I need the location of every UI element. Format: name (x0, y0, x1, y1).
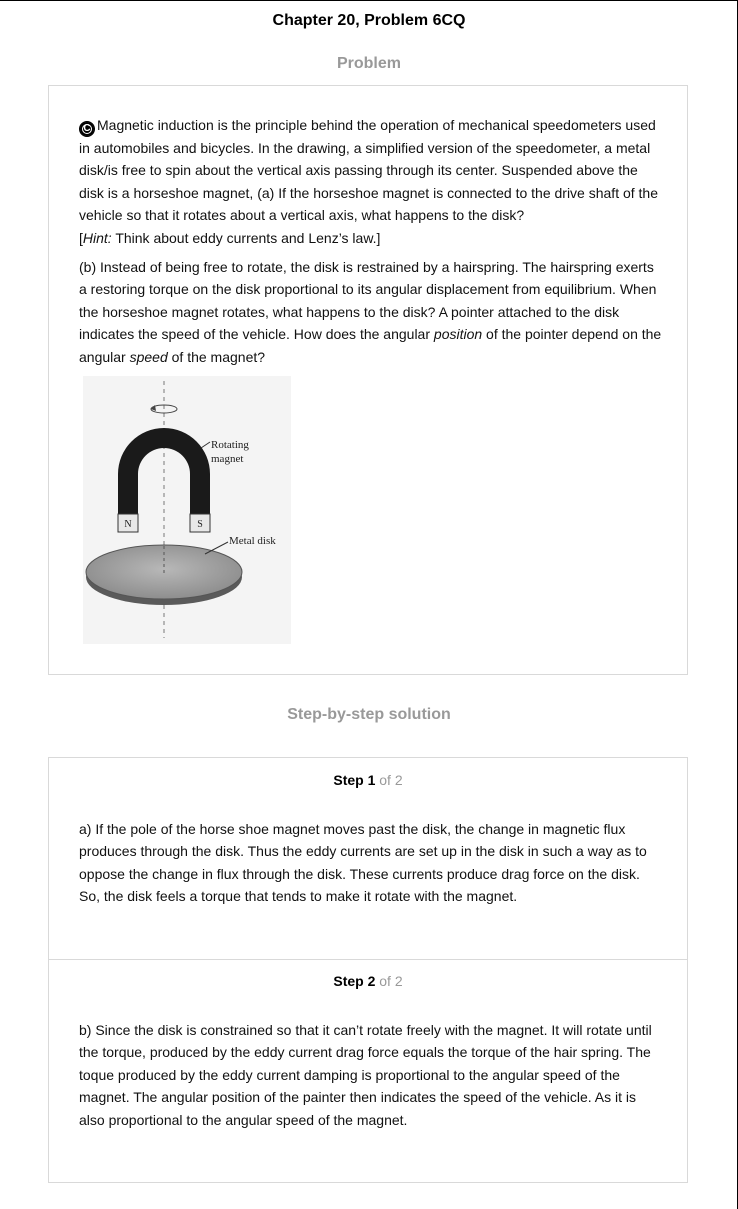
problem-card: C Magnetic induction is the principle beh… (48, 85, 688, 675)
hint-text: Think about eddy currents and Lenz’s law… (111, 229, 381, 246)
pole-n-label: N (124, 519, 131, 530)
solution-heading: Step-by-step solution (287, 706, 451, 723)
metal-disk-label: Metal disk (229, 535, 276, 547)
difficulty-badge-icon: C (79, 121, 95, 137)
page-title: Chapter 20, Problem 6CQ (272, 12, 466, 29)
problem-paragraph-a: C Magnetic induction is the principle beh… (79, 117, 658, 246)
step-2-text: b) Since the disk is constrained so that… (79, 1022, 652, 1128)
speedometer-figure: N S Rotating magnet Metal disk (83, 376, 291, 644)
pole-s-label: S (197, 519, 203, 530)
rotating-label: Rotating (211, 439, 249, 451)
solution-card: Step 1 of 2 a) If the pole of the horse … (48, 757, 688, 1183)
step-1-header: Step 1 of 2 (333, 772, 403, 788)
problem-heading: Problem (336, 55, 401, 72)
figure-background (83, 376, 291, 644)
magnet-label: magnet (211, 453, 243, 465)
hint-label: Hint: (82, 229, 112, 246)
problem-paragraph-b: (b) Instead of being free to rotate, the… (79, 259, 662, 365)
top-border (0, 0, 737, 1)
step-1-text: a) If the pole of the horse shoe magnet … (79, 821, 647, 905)
problem-text-a: Magnetic induction is the principle behi… (79, 117, 658, 224)
step-2-header: Step 2 of 2 (333, 973, 403, 989)
speedometer-diagram: N S Rotating magnet Metal disk (83, 376, 291, 644)
step-divider (49, 959, 687, 960)
